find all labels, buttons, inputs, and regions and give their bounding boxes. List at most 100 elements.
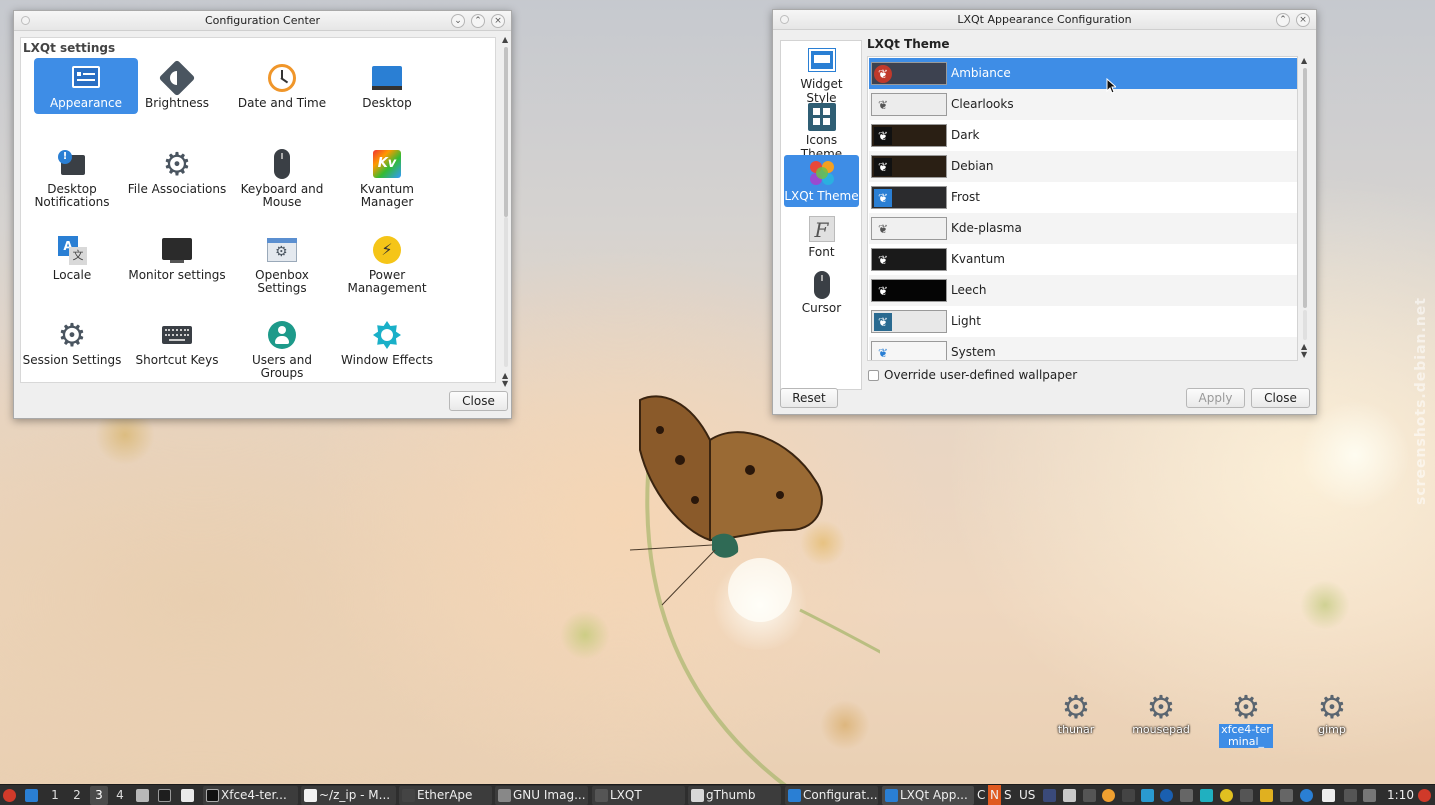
cc-item-power-management[interactable]: ⚡ Power Management [335, 230, 439, 310]
desktop-switch-3[interactable]: 3 [90, 786, 108, 805]
task-lxqt[interactable]: LXQT [592, 786, 685, 805]
info-icon[interactable] [1300, 789, 1313, 802]
override-wallpaper-checkbox[interactable] [868, 370, 879, 381]
reset-button[interactable]: Reset [780, 388, 838, 408]
theme-row-frost[interactable]: ❦ Frost [869, 182, 1297, 213]
cc-titlebar[interactable]: Configuration Center ⌄ ⌃ × [14, 11, 511, 31]
cc-item-locale[interactable]: A 文 Locale [20, 230, 124, 310]
clock[interactable]: 1:10 [1387, 785, 1414, 805]
cc-item-appearance[interactable]: Appearance [34, 58, 138, 114]
desktop-switch-2[interactable]: 2 [68, 786, 86, 805]
desktop-switch-4[interactable]: 4 [111, 786, 129, 805]
cc-item-date-time[interactable]: Date and Time [230, 58, 334, 138]
theme-row-kde-plasma[interactable]: ❦ Kde-plasma [869, 213, 1297, 244]
sidebar-item-cursor[interactable]: Cursor [784, 267, 859, 319]
lock-icon[interactable] [1260, 789, 1273, 802]
cc-item-label: Appearance [49, 96, 123, 110]
cc-item-session-settings[interactable]: ⚙ Session Settings [20, 315, 124, 395]
bluetooth-icon[interactable] [1280, 789, 1293, 802]
cc-item-label: Session Settings [22, 353, 122, 367]
sidebar-item-icons-theme[interactable]: Icons Theme [784, 99, 859, 161]
language-icon[interactable] [1043, 789, 1056, 802]
task-xfce4-terminal[interactable]: Xfce4-ter... [203, 786, 298, 805]
hp-icon[interactable] [1160, 789, 1173, 802]
theme-row-dark[interactable]: ❦ Dark [869, 120, 1297, 151]
cc-scrollbar[interactable]: ▲ ▲ ▼ [501, 35, 511, 388]
desktop-icon-xfce4-terminal[interactable]: ⚙ xfce4-terminal_ [1215, 690, 1277, 748]
task-configuration-center[interactable]: Configurat... [785, 786, 878, 805]
theme-list-scrollbar[interactable]: ▲ ▲ ▼ [1300, 56, 1310, 361]
cc-item-file-associations[interactable]: ⚙ File Associations [125, 144, 229, 224]
close-icon[interactable]: × [1296, 13, 1310, 27]
cc-close-button[interactable]: Close [449, 391, 508, 411]
notes-icon[interactable] [1322, 789, 1335, 802]
task-mousepad[interactable]: ~/z_ip - M... [301, 786, 396, 805]
task-gthumb[interactable]: gThumb [688, 786, 781, 805]
appearance-icon [69, 61, 103, 95]
show-desktop-icon[interactable] [25, 789, 38, 802]
cc-item-keyboard-mouse[interactable]: Keyboard and Mouse [230, 144, 334, 224]
sync-icon[interactable] [1220, 789, 1233, 802]
desktop-icon-mousepad[interactable]: ⚙ mousepad [1130, 690, 1192, 736]
kbd-indicator-caps[interactable]: C [977, 785, 985, 805]
cc-item-openbox-settings[interactable]: ⚙ Openbox Settings [230, 230, 334, 310]
lxqt-logo-icon: ❦ [877, 284, 889, 298]
theme-row-debian[interactable]: ❦ Debian [869, 151, 1297, 182]
cc-item-window-effects[interactable]: Window Effects [335, 315, 439, 395]
lxqt-logo-icon: ❦ [874, 189, 892, 207]
power-menu-icon[interactable] [1418, 789, 1431, 802]
cc-item-monitor-settings[interactable]: Monitor settings [125, 230, 229, 310]
speaker-icon[interactable] [1180, 789, 1193, 802]
mute-icon[interactable] [1363, 789, 1376, 802]
cc-item-kvantum-manager[interactable]: Kv Kvantum Manager [335, 144, 439, 224]
minimize-icon[interactable]: ⌄ [451, 14, 465, 28]
window-menu-icon[interactable] [21, 16, 30, 25]
cc-item-users-groups[interactable]: Users and Groups [230, 315, 334, 395]
desktop-icon-gimp[interactable]: ⚙ gimp [1301, 690, 1363, 736]
desktop-switch-1[interactable]: 1 [46, 786, 64, 805]
theme-name: Kde-plasma [951, 221, 1022, 235]
sidebar-item-widget-style[interactable]: Widget Style [784, 43, 859, 105]
close-icon[interactable]: × [491, 14, 505, 28]
battery-icon[interactable] [1344, 789, 1357, 802]
theme-row-clearlooks[interactable]: ❦ Clearlooks [869, 89, 1297, 120]
lxqt-theme-icon [807, 158, 837, 188]
keyboard-layout[interactable]: US [1019, 785, 1035, 805]
task-etherape[interactable]: EtherApe [399, 786, 492, 805]
file-manager-launcher-icon[interactable] [136, 789, 149, 802]
apply-button[interactable]: Apply [1186, 388, 1245, 408]
kbd-indicator-num[interactable]: N [988, 785, 1001, 805]
screenshot-icon[interactable] [1141, 789, 1154, 802]
network-icon[interactable] [1122, 789, 1135, 802]
kbd-indicator-scroll[interactable]: S [1004, 785, 1012, 805]
theme-row-ambiance[interactable]: ❦ Ambiance [869, 58, 1297, 89]
maximize-icon[interactable]: ⌃ [471, 14, 485, 28]
editor-launcher-icon[interactable] [181, 789, 194, 802]
cc-item-brightness[interactable]: Brightness [125, 58, 229, 138]
desktop-icon-thunar[interactable]: ⚙ thunar [1045, 690, 1107, 736]
cc-item-desktop-notifications[interactable]: ! Desktop Notifications [20, 144, 124, 224]
updates-icon[interactable] [1102, 789, 1115, 802]
window-menu-icon[interactable] [780, 15, 789, 24]
theme-row-system[interactable]: ❦ System [869, 337, 1297, 360]
start-menu-icon[interactable] [3, 789, 16, 802]
maximize-icon[interactable]: ⌃ [1276, 13, 1290, 27]
task-lxqt-appearance[interactable]: LXQt App... [882, 786, 974, 805]
sidebar-item-font[interactable]: F Font [784, 211, 859, 263]
cc-item-desktop[interactable]: Desktop [335, 58, 439, 138]
sidebar-item-lxqt-theme[interactable]: LXQt Theme [784, 155, 859, 207]
ap-titlebar[interactable]: LXQt Appearance Configuration ⌃ × [773, 10, 1316, 30]
task-gimp[interactable]: GNU Imag... [495, 786, 588, 805]
volume-icon[interactable] [1083, 789, 1096, 802]
ap-close-button[interactable]: Close [1251, 388, 1310, 408]
cc-item-shortcut-keys[interactable]: Shortcut Keys [125, 315, 229, 395]
usb-icon[interactable] [1240, 789, 1253, 802]
config-center-icon [788, 789, 801, 802]
theme-row-light[interactable]: ❦ Light [869, 306, 1297, 337]
terminal-launcher-icon[interactable] [158, 789, 171, 802]
theme-row-leech[interactable]: ❦ Leech [869, 275, 1297, 306]
clipboard-icon[interactable] [1063, 789, 1076, 802]
theme-row-kvantum[interactable]: ❦ Kvantum [869, 244, 1297, 275]
effects-tray-icon[interactable] [1200, 789, 1213, 802]
appearance-config-window: LXQt Appearance Configuration ⌃ × Widget… [772, 9, 1317, 415]
